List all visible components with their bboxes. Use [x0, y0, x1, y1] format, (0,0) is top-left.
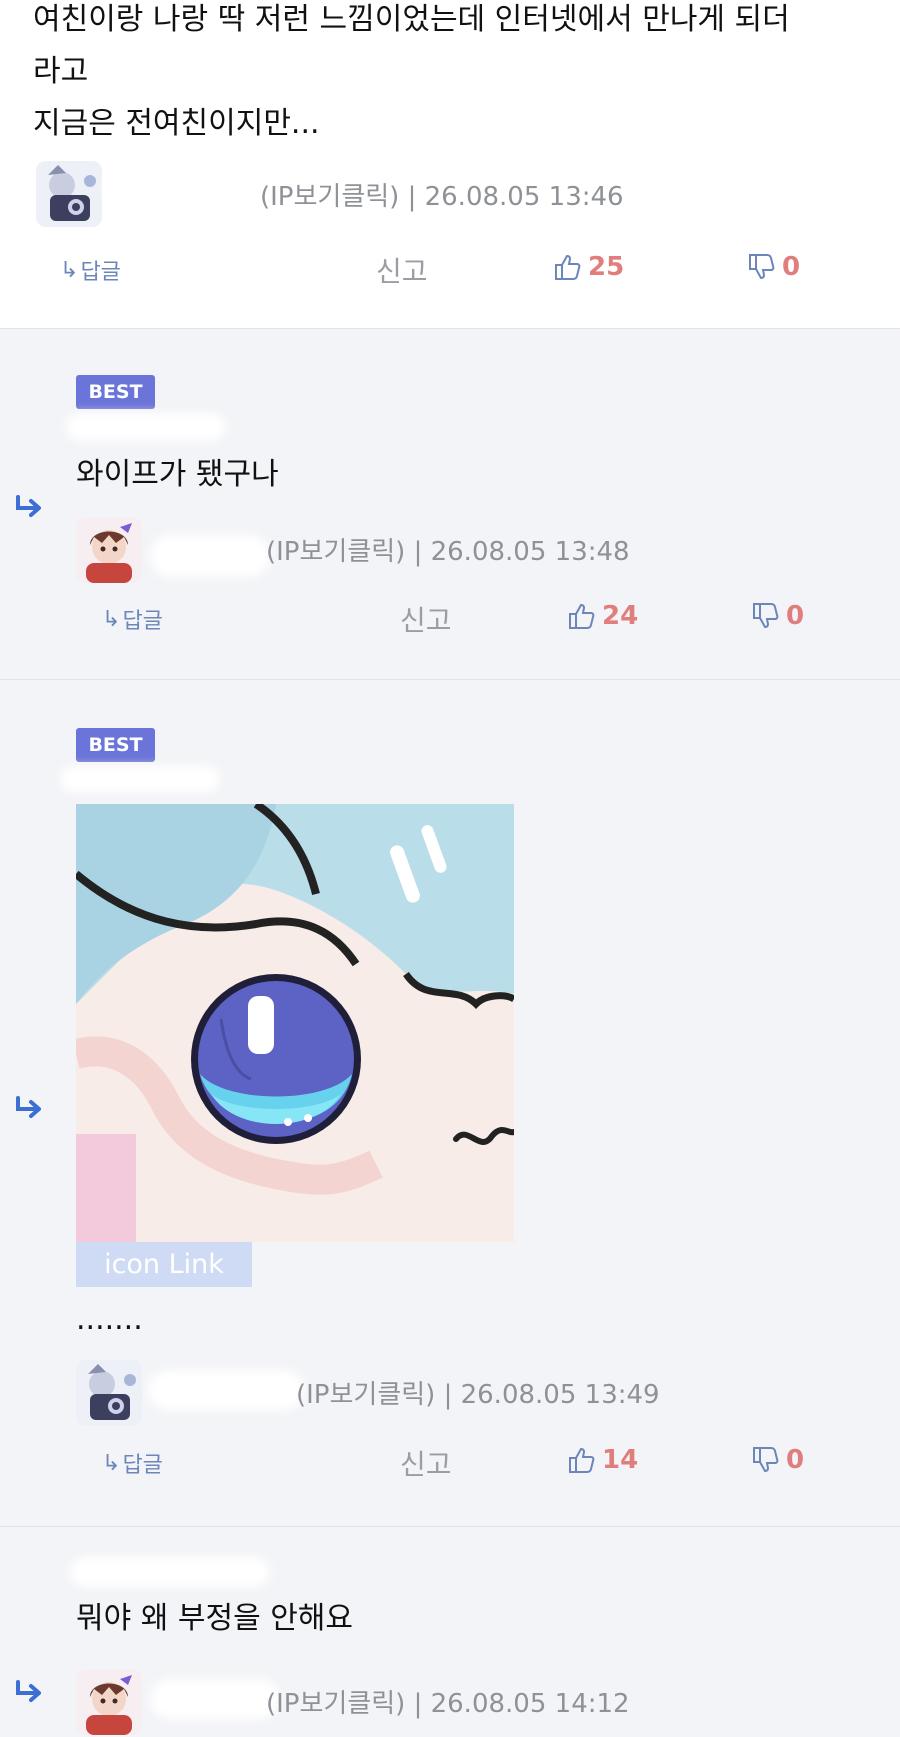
- dislike-button[interactable]: 0: [752, 601, 804, 631]
- comment-meta: (IP보기클릭) | 26.08.05 13:49: [296, 1380, 660, 1410]
- comment-item: 여친이랑 나랑 딱 저런 느낌이었는데 인터넷에서 만나게 되더 라고 지금은 …: [0, 0, 900, 329]
- comment-text: 뭐야 왜 부정을 안해요: [76, 1601, 354, 1636]
- reply-button[interactable]: ↳ 답글: [60, 254, 121, 286]
- comment-actions: ↳ 답글 신고 14 0: [0, 1443, 900, 1483]
- like-count: 14: [602, 1445, 639, 1475]
- thumbs-down-icon: [753, 603, 779, 629]
- best-badge: BEST: [76, 375, 155, 409]
- blurred-username: [60, 766, 220, 792]
- comment-item: BEST icon Link ....... (IP보기클릭) | 26.08.…: [0, 680, 900, 1527]
- reply-button[interactable]: ↳ 답글: [102, 1447, 163, 1479]
- avatar[interactable]: [76, 517, 142, 583]
- comment-text: 와이프가 됐구나: [76, 457, 279, 492]
- thumbs-up-icon: [569, 603, 595, 629]
- thumbs-up-icon: [555, 254, 581, 280]
- comment-text: .......: [76, 1302, 143, 1337]
- like-button[interactable]: 24: [568, 601, 638, 631]
- report-button[interactable]: 신고: [400, 599, 452, 639]
- reply-small-arrow-icon: ↳: [102, 606, 121, 632]
- reply-small-arrow-icon: ↳: [60, 257, 79, 283]
- avatar[interactable]: [76, 1360, 142, 1426]
- comment-item: 뭐야 왜 부정을 안해요 (IP보기클릭) | 26.08.05 14:12: [0, 1527, 900, 1737]
- blurred-username: [104, 176, 254, 202]
- reply-small-arrow-icon: ↳: [102, 1450, 121, 1476]
- dislike-count: 0: [782, 252, 801, 282]
- blurred-username: [66, 413, 226, 441]
- comment-text: 여친이랑 나랑 딱 저런 느낌이었는데 인터넷에서 만나게 되더 라고 지금은 …: [33, 2, 790, 141]
- thumbs-down-icon: [749, 254, 775, 280]
- reply-arrow-icon: [16, 1096, 41, 1118]
- report-button[interactable]: 신고: [400, 1443, 452, 1483]
- comment-image[interactable]: [76, 804, 514, 1242]
- blurred-username: [150, 1679, 280, 1719]
- thumbs-down-icon: [753, 1447, 779, 1473]
- reply-arrow-icon: [16, 495, 41, 517]
- comment-meta: (IP보기클릭) | 26.08.05 14:12: [266, 1689, 630, 1719]
- blurred-username: [70, 1557, 270, 1587]
- reply-button-label: 답글: [122, 1453, 163, 1478]
- image-link-button[interactable]: icon Link: [76, 1242, 252, 1287]
- thumbs-up-icon: [569, 1447, 595, 1473]
- reply-arrow-icon: [16, 1680, 41, 1702]
- like-button[interactable]: 14: [568, 1445, 638, 1475]
- like-count: 24: [602, 601, 639, 631]
- comment-item: BEST 와이프가 됐구나 (IP보기클릭) | 26.08.05 13:48 …: [0, 329, 900, 680]
- reply-button[interactable]: ↳ 답글: [102, 603, 163, 635]
- comment-actions: ↳ 답글 신고 25 0: [0, 250, 900, 290]
- comment-meta: (IP보기클릭) | 26.08.05 13:46: [260, 182, 624, 212]
- dislike-count: 0: [786, 1445, 805, 1475]
- avatar[interactable]: [76, 1669, 142, 1735]
- blurred-username: [150, 535, 270, 577]
- dislike-button[interactable]: 0: [748, 252, 800, 282]
- comment-actions: ↳ 답글 신고 24 0: [0, 599, 900, 639]
- reply-button-label: 답글: [122, 609, 163, 634]
- comment-meta: (IP보기클릭) | 26.08.05 13:48: [266, 537, 630, 567]
- reply-button-label: 답글: [80, 260, 121, 285]
- like-button[interactable]: 25: [554, 252, 624, 282]
- blurred-username: [148, 1370, 304, 1410]
- report-button[interactable]: 신고: [376, 250, 428, 290]
- dislike-button[interactable]: 0: [752, 1445, 804, 1475]
- avatar[interactable]: [36, 161, 102, 227]
- best-badge: BEST: [76, 728, 155, 762]
- like-count: 25: [588, 252, 625, 282]
- dislike-count: 0: [786, 601, 805, 631]
